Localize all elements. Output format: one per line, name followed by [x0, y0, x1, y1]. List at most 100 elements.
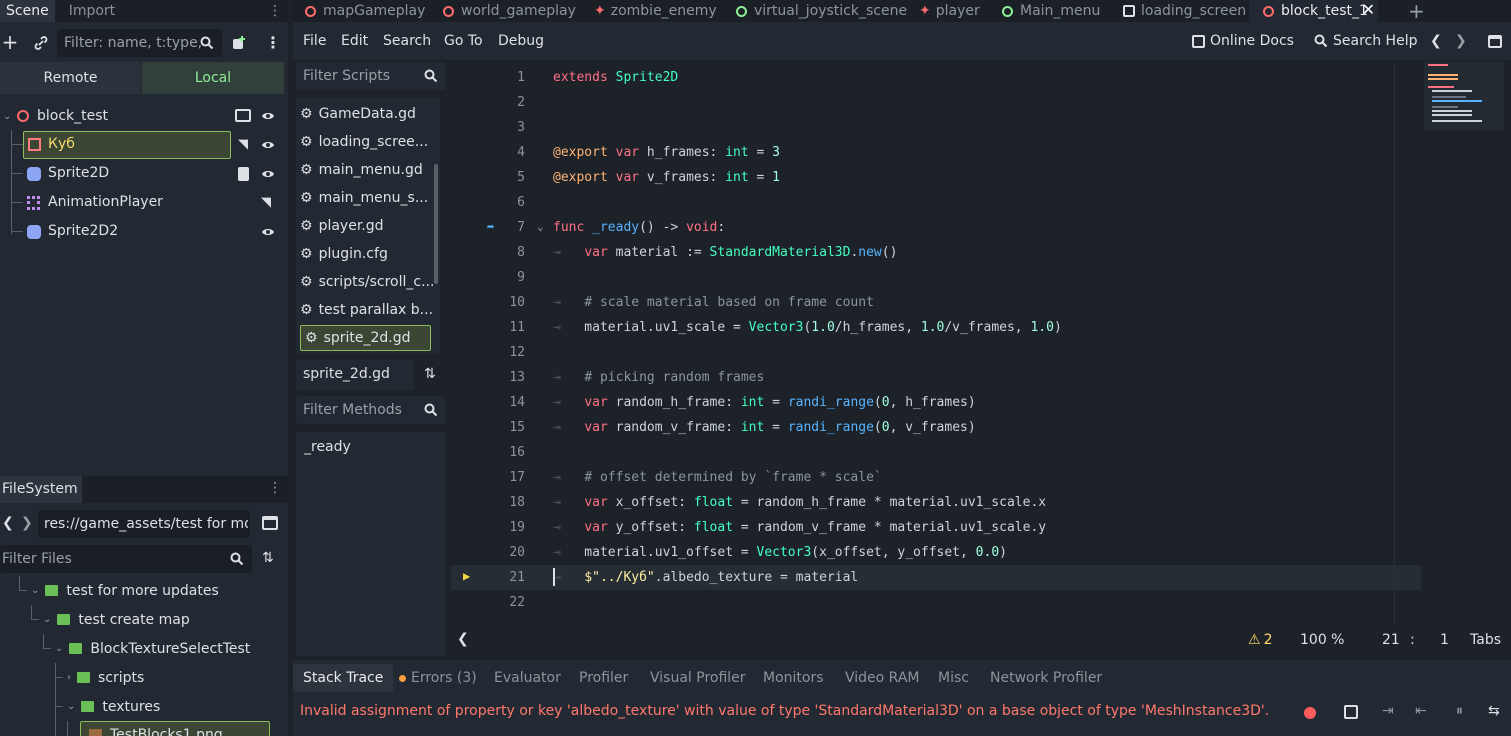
eye-icon[interactable] [261, 168, 275, 180]
online-docs-button[interactable]: Online Docs [1192, 33, 1294, 49]
tab-scene[interactable]: Scene [0, 0, 55, 22]
tree-item-label: Sprite2D2 [48, 223, 119, 239]
zoom-level[interactable]: 100 % [1300, 632, 1344, 648]
filter-scripts-input[interactable]: Filter Scripts [296, 62, 446, 90]
signal-icon[interactable]: ◥ [238, 137, 248, 152]
eye-icon[interactable] [261, 139, 275, 151]
link-icon[interactable] [32, 34, 50, 52]
search-help-button[interactable]: Search Help [1314, 33, 1417, 49]
sort-icon[interactable]: ⇅ [424, 366, 436, 382]
list-item[interactable]: ⚙ main_menu.gd [300, 157, 440, 183]
tab-scene-file[interactable]: ✦ player [919, 0, 980, 22]
code-line: ⇥ var y_offset: float = random_v_frame *… [553, 520, 1047, 535]
history-back-icon[interactable]: ❮ [1430, 33, 1442, 49]
tab-video-ram[interactable]: Video RAM [845, 666, 920, 690]
scrollbar[interactable] [434, 164, 438, 284]
tab-network-profiler[interactable]: Network Profiler [990, 666, 1102, 690]
list-item[interactable]: ⚙ main_menu_s... [300, 185, 440, 211]
signal-icon[interactable]: ◥ [261, 195, 271, 210]
menu-edit[interactable]: Edit [341, 33, 368, 49]
minimap[interactable] [1424, 62, 1504, 130]
copy-icon[interactable] [1344, 705, 1358, 719]
image-icon [89, 728, 102, 736]
forward-icon[interactable]: ❯ [21, 515, 33, 531]
tab-scene-file[interactable]: ✦ zombie_enemy [594, 0, 717, 22]
tree-row[interactable]: Sprite2D2 [0, 218, 284, 246]
history-forward-icon[interactable]: ❯ [1455, 33, 1467, 49]
add-tab-icon[interactable]: + [1408, 0, 1425, 23]
line-number: 9 [517, 270, 525, 285]
dock-menu-icon[interactable]: ⋮ [268, 480, 282, 496]
local-button[interactable]: Local [142, 62, 284, 94]
tab-visual-profiler[interactable]: Visual Profiler [650, 666, 746, 690]
list-item[interactable]: ⌄ test for more updates [19, 576, 219, 605]
menu-search[interactable]: Search [383, 33, 431, 49]
filter-files-input[interactable]: Filter Files [0, 545, 252, 573]
close-icon[interactable]: ✕ [1362, 0, 1375, 19]
record-icon[interactable] [1304, 707, 1316, 719]
collapse-panel-icon[interactable]: ❮ [457, 631, 469, 647]
list-item-selected[interactable]: ⚙ sprite_2d.gd [300, 325, 431, 351]
list-item[interactable]: ⚙ loading_scree... [300, 129, 440, 155]
add-node-icon[interactable]: + [2, 30, 19, 54]
split-view-icon[interactable] [262, 516, 278, 530]
tab-scene-file[interactable]: Main_menu [1002, 0, 1100, 22]
remote-button[interactable]: Remote [0, 62, 141, 94]
tab-scene-file-active[interactable]: block_test_1 ✕ [1249, 0, 1378, 22]
list-item[interactable]: ⚙ GameData.gd [300, 101, 440, 127]
list-item[interactable]: ⌄ textures [55, 692, 160, 721]
online-docs-label: Online Docs [1210, 33, 1294, 49]
scene-filter-input[interactable]: Filter: name, t:type, [57, 29, 222, 57]
control-icon [736, 5, 747, 17]
tab-filesystem[interactable]: FileSystem [0, 476, 82, 503]
script-icon[interactable] [238, 167, 249, 181]
clapper-icon[interactable] [235, 109, 251, 122]
tab-monitors[interactable]: Monitors [763, 666, 824, 690]
list-item[interactable]: ⚙ scripts/scroll_c... [300, 269, 440, 295]
sort-icon[interactable]: ⇅ [262, 550, 274, 566]
step-into-icon[interactable]: ⇥ [1382, 703, 1394, 719]
tab-errors[interactable]: Errors (3) [399, 666, 477, 690]
warning-indicator[interactable]: ⚠ 2 [1248, 632, 1272, 648]
list-item[interactable]: ⚙ player.gd [300, 213, 440, 239]
tab-scene-file[interactable]: mapGameplay [305, 0, 425, 22]
tab-evaluator[interactable]: Evaluator [494, 666, 561, 690]
pause-icon[interactable]: ⏸ [1456, 703, 1463, 719]
indent-mode[interactable]: Tabs [1470, 632, 1501, 648]
tab-misc[interactable]: Misc [938, 666, 969, 690]
filter-methods-input[interactable]: Filter Methods [296, 396, 446, 424]
method-item[interactable]: _ready [304, 439, 351, 455]
instance-scene-icon[interactable] [231, 35, 247, 51]
tree-row-selected[interactable]: Куб ◥ [0, 131, 284, 159]
list-item[interactable]: ⚙ plugin.cfg [300, 241, 440, 267]
step-over-icon[interactable]: ⇤ [1415, 703, 1427, 719]
fold-chevron-icon[interactable]: ⌄ [537, 220, 544, 233]
list-item[interactable]: ⌄ test create map [31, 605, 190, 634]
tab-scene-file[interactable]: world_gameplay [443, 0, 576, 22]
tab-import[interactable]: Import [63, 0, 121, 22]
tab-scene-file[interactable]: virtual_joystick_scene [736, 0, 907, 22]
path-field[interactable]: res://game_assets/test for mo [38, 510, 250, 538]
eye-icon[interactable] [261, 226, 275, 238]
list-item[interactable]: TestBlocks1.png [80, 721, 270, 736]
dock-menu-icon[interactable]: ⋮ [268, 3, 282, 19]
tree-row[interactable]: Sprite2D [0, 160, 284, 188]
continue-icon[interactable]: ⇆ [1488, 703, 1500, 719]
tab-profiler[interactable]: Profiler [579, 666, 628, 690]
tab-scene-file[interactable]: loading_screen [1123, 0, 1246, 22]
tree-row[interactable]: AnimationPlayer ◥ [0, 189, 284, 217]
scene-menu-icon[interactable]: ⋮ [265, 33, 281, 52]
tab-stack-trace[interactable]: Stack Trace [293, 664, 394, 692]
distraction-free-icon[interactable] [1488, 35, 1502, 48]
back-icon[interactable]: ❮ [2, 515, 14, 531]
gear-icon: ⚙ [300, 274, 313, 290]
eye-icon[interactable] [261, 110, 275, 122]
menu-debug[interactable]: Debug [498, 33, 544, 49]
list-item[interactable]: › scripts [55, 663, 144, 692]
menu-file[interactable]: File [303, 33, 326, 49]
list-item[interactable]: ⌄ BlockTextureSelectTest [43, 634, 250, 663]
code-editor[interactable]: 1 extends Sprite2D 2 3 4 @export var h_frames… [451, 62, 1511, 624]
tree-row[interactable]: ⌄ block_test [0, 102, 284, 130]
list-item[interactable]: ⚙ test parallax b... [300, 297, 440, 323]
menu-goto[interactable]: Go To [444, 33, 483, 49]
